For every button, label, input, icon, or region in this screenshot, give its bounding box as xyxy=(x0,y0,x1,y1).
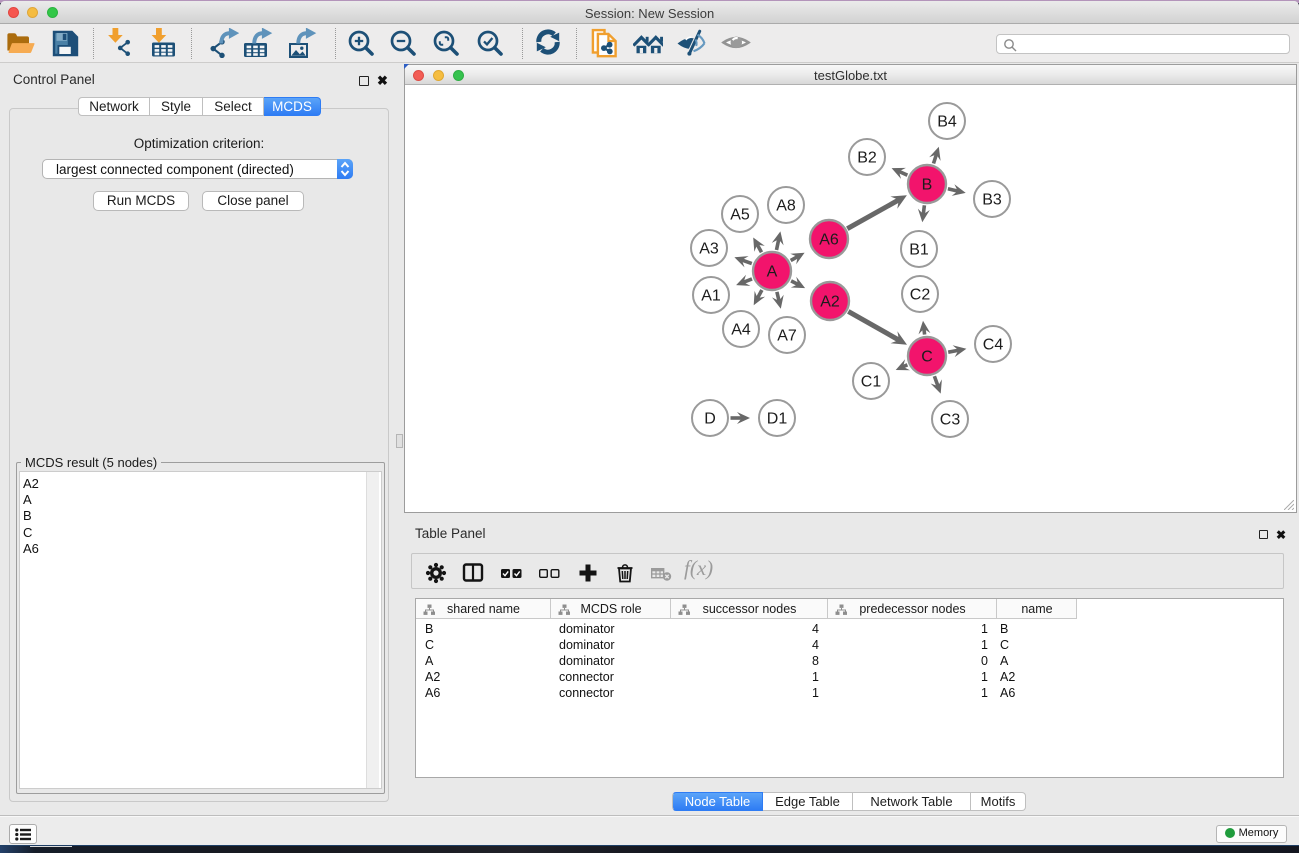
svg-text:C1: C1 xyxy=(861,374,882,391)
svg-text:A4: A4 xyxy=(731,322,751,339)
svg-text:B2: B2 xyxy=(857,150,877,167)
svg-text:D: D xyxy=(704,411,716,428)
svg-text:A5: A5 xyxy=(730,207,750,224)
svg-text:A6: A6 xyxy=(819,232,839,249)
svg-text:B1: B1 xyxy=(909,242,929,259)
svg-text:A: A xyxy=(767,264,778,281)
svg-text:A1: A1 xyxy=(701,288,721,305)
svg-text:B: B xyxy=(922,177,933,194)
svg-text:B3: B3 xyxy=(982,192,1002,209)
svg-text:C3: C3 xyxy=(940,412,961,429)
svg-text:D1: D1 xyxy=(767,411,788,428)
svg-text:A3: A3 xyxy=(699,241,719,258)
svg-text:A7: A7 xyxy=(777,328,797,345)
svg-text:C2: C2 xyxy=(910,287,931,304)
svg-text:C4: C4 xyxy=(983,337,1004,354)
svg-text:C: C xyxy=(921,349,933,366)
svg-text:B4: B4 xyxy=(937,114,957,131)
svg-text:A2: A2 xyxy=(820,294,840,311)
svg-text:A8: A8 xyxy=(776,198,796,215)
